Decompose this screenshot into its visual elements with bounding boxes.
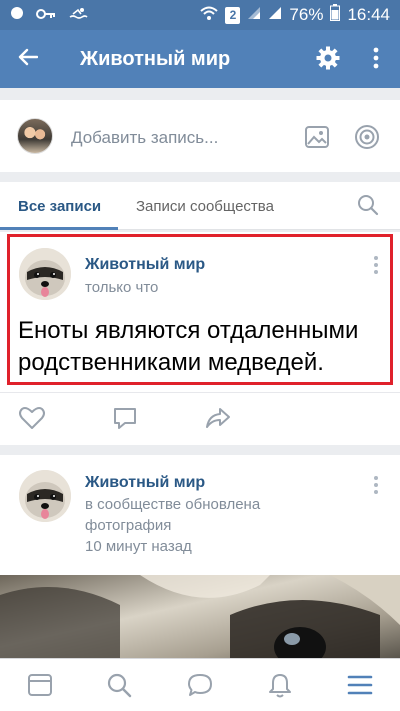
nav-search[interactable] bbox=[105, 671, 135, 701]
share-icon bbox=[204, 408, 232, 436]
comment-icon bbox=[111, 408, 139, 436]
avatar[interactable] bbox=[17, 118, 53, 154]
back-button[interactable] bbox=[0, 30, 56, 88]
active-tab-indicator bbox=[0, 227, 118, 230]
more-vertical-icon bbox=[370, 476, 382, 500]
battery-icon bbox=[330, 4, 341, 26]
bottom-navigation bbox=[0, 658, 400, 711]
post-time: 10 минут назад bbox=[85, 538, 192, 555]
highlight-frame bbox=[7, 234, 393, 385]
search-icon[interactable] bbox=[356, 193, 382, 219]
page-title: Животный мир bbox=[80, 47, 231, 70]
share-button[interactable] bbox=[204, 404, 232, 432]
signal-icon bbox=[247, 5, 261, 25]
sim-badge-icon: 2 bbox=[225, 6, 241, 24]
post-menu-button[interactable] bbox=[370, 474, 382, 496]
like-button[interactable] bbox=[18, 404, 46, 432]
post-photo[interactable] bbox=[0, 575, 400, 665]
swimmer-icon bbox=[68, 5, 88, 25]
signal-icon bbox=[268, 5, 282, 25]
gear-icon bbox=[316, 46, 340, 75]
nav-notifications[interactable] bbox=[266, 671, 296, 701]
battery-level: 76% bbox=[289, 5, 324, 24]
notification-dot-icon bbox=[10, 5, 24, 25]
tab-community-posts[interactable]: Записи сообщества bbox=[136, 198, 274, 215]
status-bar: 2 76% 16:44 bbox=[0, 0, 400, 30]
news-feed-icon bbox=[26, 674, 54, 703]
clock: 16:44 bbox=[347, 5, 390, 24]
more-options-button[interactable] bbox=[362, 44, 390, 76]
more-vertical-icon bbox=[373, 47, 379, 74]
photo-icon[interactable] bbox=[304, 124, 330, 150]
comment-button[interactable] bbox=[111, 404, 139, 432]
post-author[interactable]: Животный мир bbox=[85, 474, 205, 492]
heart-icon bbox=[18, 407, 46, 436]
back-arrow-icon bbox=[18, 48, 39, 71]
search-icon bbox=[105, 673, 133, 703]
messages-icon bbox=[186, 674, 214, 703]
notifications-icon bbox=[266, 674, 294, 703]
composer-input[interactable]: Добавить запись... bbox=[71, 128, 218, 148]
post-action-text: в сообществе обновлена bbox=[85, 496, 261, 513]
tab-all-posts[interactable]: Все записи bbox=[18, 198, 101, 215]
nav-news-feed[interactable] bbox=[26, 671, 56, 701]
key-icon bbox=[36, 5, 56, 25]
divider bbox=[0, 392, 400, 393]
target-icon[interactable] bbox=[354, 124, 380, 150]
community-avatar[interactable] bbox=[19, 470, 71, 522]
nav-messages[interactable] bbox=[186, 671, 216, 701]
post-action-text: фотография bbox=[85, 517, 172, 534]
app-bar: Животный мир bbox=[0, 30, 400, 88]
wifi-icon bbox=[200, 5, 219, 25]
settings-button[interactable] bbox=[312, 44, 344, 76]
menu-icon bbox=[346, 675, 374, 703]
nav-menu[interactable] bbox=[346, 671, 376, 701]
